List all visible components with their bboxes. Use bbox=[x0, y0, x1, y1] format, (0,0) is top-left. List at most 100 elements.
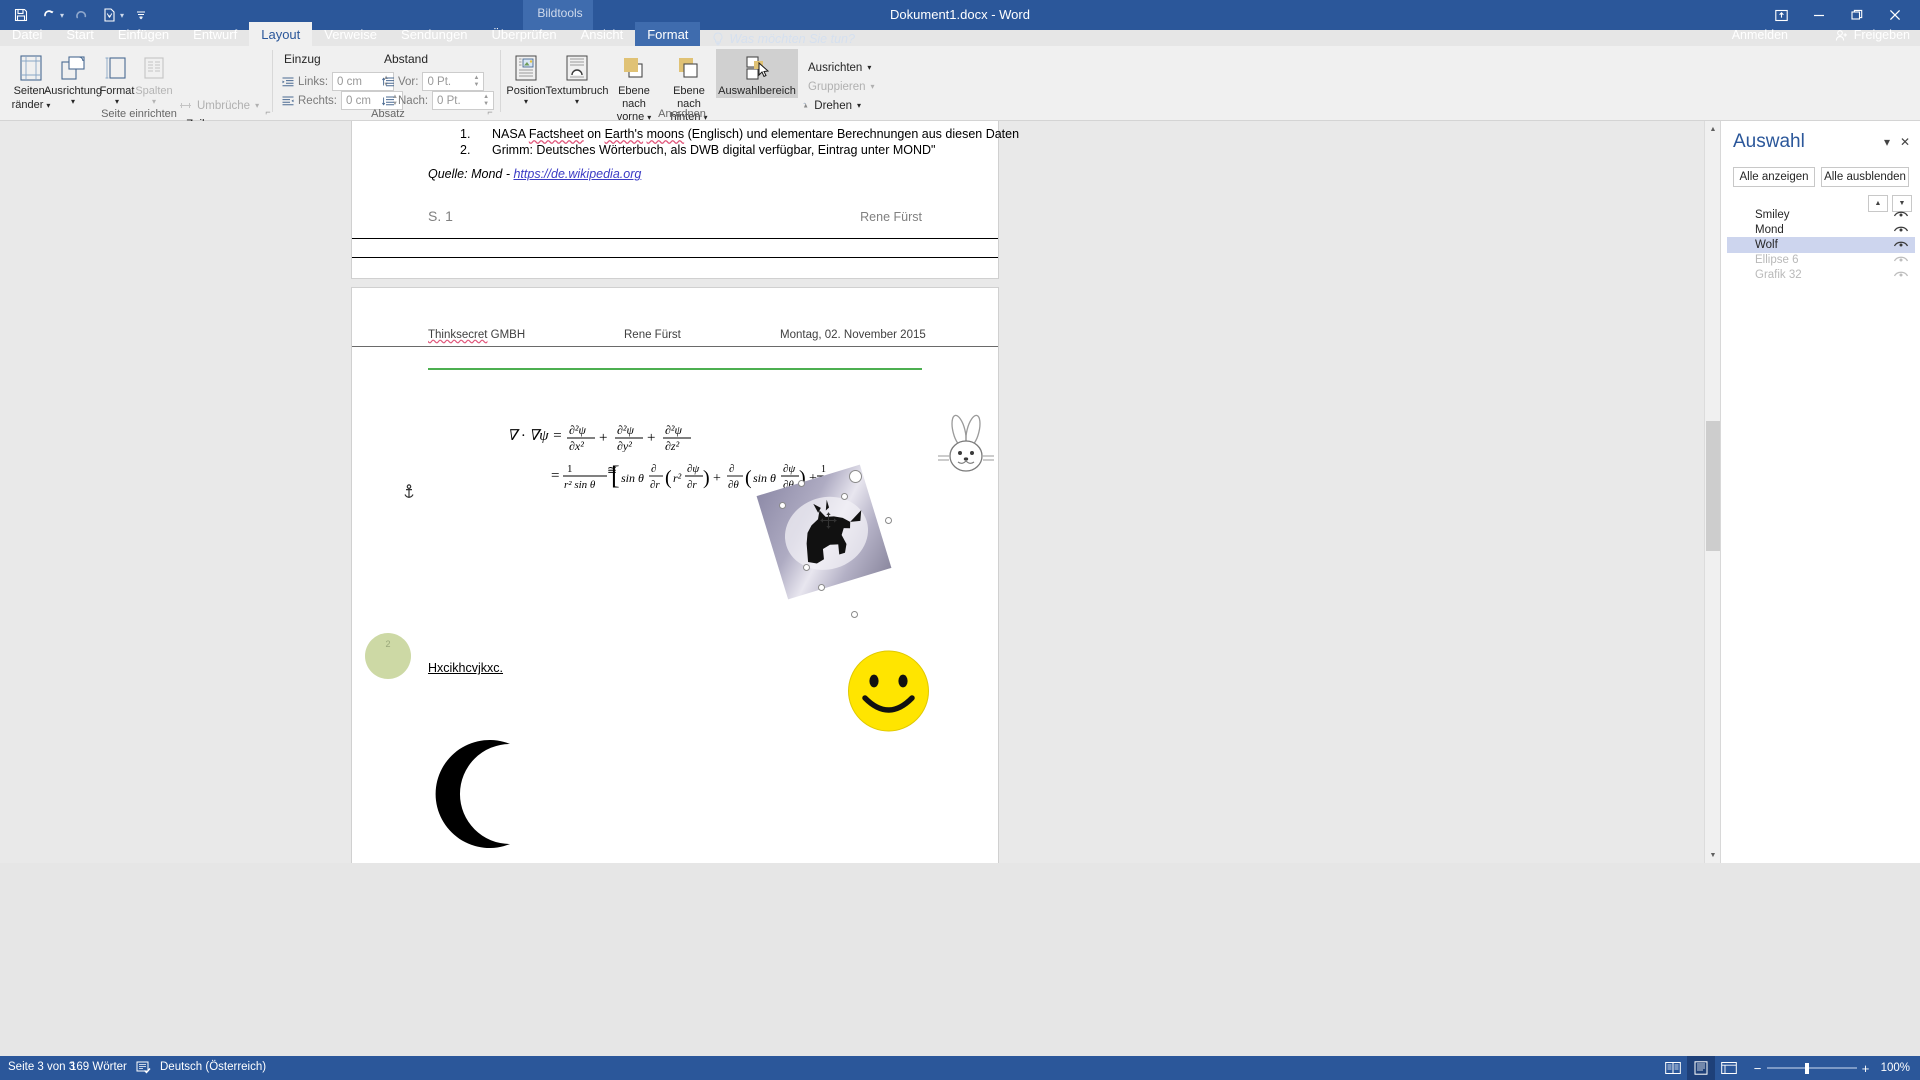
tell-me-placeholder: Was möchten Sie tun? bbox=[729, 32, 855, 46]
tab-ansicht[interactable]: Ansicht bbox=[569, 22, 636, 46]
tell-me-box[interactable]: Was möchten Sie tun? bbox=[712, 32, 855, 46]
svg-text:∂z²: ∂z² bbox=[665, 439, 680, 452]
chevron-down-icon: ▾ bbox=[523, 96, 528, 106]
formula-line-1: ∇ · ∇ψ = ∂²ψ ∂x² + ∂²ψ ∂y² + ∂²ψ ∂z² bbox=[507, 418, 847, 453]
svg-text:∂x²: ∂x² bbox=[569, 439, 584, 452]
document-scrollbar[interactable]: ▲ ▼ bbox=[1704, 121, 1721, 863]
paragraph-dialog-launcher[interactable]: ⌐ bbox=[484, 107, 496, 119]
scroll-up-button[interactable]: ▲ bbox=[1705, 121, 1721, 137]
shape-list-item[interactable]: Grafik 32 bbox=[1727, 267, 1915, 283]
shape-list-item[interactable]: Mond bbox=[1727, 222, 1915, 238]
svg-text:sin θ: sin θ bbox=[753, 471, 776, 485]
ribbon-button-columns[interactable]: Spalten ▾ bbox=[134, 49, 174, 105]
ribbon-tabs: Datei Start Einfügen Entwurf Layout Verweise S… bbox=[0, 22, 1920, 46]
chevron-down-icon[interactable]: ▾ bbox=[1884, 135, 1890, 149]
formula-block[interactable]: ∇ · ∇ψ = ∂²ψ ∂x² + ∂²ψ ∂y² + ∂²ψ ∂z² = 1… bbox=[507, 418, 847, 494]
hide-all-button[interactable]: Alle ausblenden bbox=[1821, 167, 1909, 187]
rotation-handle[interactable] bbox=[849, 470, 862, 483]
tab-datei[interactable]: Datei bbox=[0, 22, 54, 46]
eye-icon[interactable] bbox=[1893, 208, 1909, 222]
ribbon-button-orientation[interactable]: Ausrichtung ▾ bbox=[44, 49, 102, 105]
spacing-before-value: 0 Pt. bbox=[427, 75, 452, 88]
ribbon-button-wrap-text[interactable]: Textumbruch ▾ bbox=[546, 49, 609, 105]
ribbon-button-size[interactable]: Format ▾ bbox=[96, 49, 138, 105]
scrollbar-thumb[interactable] bbox=[1706, 421, 1720, 551]
ribbon-button-bring-forward-label-1: Ebene nach bbox=[618, 85, 650, 110]
spacing-before-spinner[interactable]: ▲ ▼ bbox=[470, 73, 482, 90]
columns-icon bbox=[140, 52, 168, 84]
zoom-in-button[interactable]: + bbox=[1857, 1061, 1875, 1076]
tab-verweise[interactable]: Verweise bbox=[312, 22, 389, 46]
tab-entwurf[interactable]: Entwurf bbox=[181, 22, 249, 46]
anchor-icon bbox=[402, 484, 416, 505]
handle-top-left[interactable] bbox=[798, 480, 805, 487]
moon-shape[interactable] bbox=[434, 738, 529, 855]
ribbon-button-group-label: Gruppieren bbox=[808, 80, 866, 93]
bring-forward-icon bbox=[619, 52, 649, 84]
tab-layout[interactable]: Layout bbox=[249, 22, 313, 46]
tab-format[interactable]: Format bbox=[635, 22, 701, 46]
page-indicator[interactable]: Seite 3 von 3 bbox=[8, 1061, 75, 1073]
zoom-knob[interactable] bbox=[1804, 1063, 1809, 1074]
footer-rule-top bbox=[352, 238, 998, 239]
body-text[interactable]: Hxcikhcvjkxc. bbox=[428, 661, 503, 675]
sign-in-link[interactable]: Anmelden bbox=[1732, 28, 1788, 42]
zoom-level[interactable]: 100% bbox=[1881, 1056, 1910, 1080]
eye-icon[interactable] bbox=[1893, 223, 1909, 237]
tab-sendungen[interactable]: Sendungen bbox=[389, 22, 480, 46]
word-count[interactable]: 169 Wörter bbox=[70, 1061, 127, 1073]
send-backward-icon bbox=[674, 52, 704, 84]
indent-right-icon bbox=[282, 96, 294, 105]
indent-left-icon bbox=[282, 77, 294, 86]
spacing-after-value: 0 Pt. bbox=[437, 94, 461, 107]
read-mode-icon[interactable] bbox=[1659, 1056, 1687, 1080]
bunny-graphic[interactable] bbox=[937, 413, 997, 483]
ribbon-group-paragraph: Einzug Abstand Links: 0 cm ▲ ▼ Rechts: 0 … bbox=[276, 46, 500, 121]
handle-top-right[interactable] bbox=[841, 493, 848, 500]
ribbon-button-group[interactable]: Gruppieren ▾ bbox=[800, 77, 876, 96]
show-all-button[interactable]: Alle anzeigen bbox=[1733, 167, 1815, 187]
indent-left-value: 0 cm bbox=[337, 75, 362, 88]
eye-icon[interactable] bbox=[1893, 268, 1909, 282]
language-indicator[interactable]: Deutsch (Österreich) bbox=[160, 1061, 266, 1073]
ribbon-group-arrange: Position ▾ Textumbruch ▾ Ebene nach vorn… bbox=[502, 46, 875, 123]
proofing-icon[interactable] bbox=[136, 1060, 151, 1078]
svg-text:∂r: ∂r bbox=[650, 479, 660, 491]
shape-list-item[interactable]: Smiley bbox=[1727, 207, 1915, 223]
ribbon-button-selection-pane[interactable]: Auswahlbereich bbox=[716, 49, 798, 98]
ribbon-button-align-label: Ausrichten bbox=[808, 61, 863, 74]
tab--berpr-fen[interactable]: Überprüfen bbox=[480, 22, 569, 46]
svg-text:∂: ∂ bbox=[651, 463, 656, 475]
scroll-down-button[interactable]: ▼ bbox=[1705, 847, 1721, 863]
shape-name: Grafik 32 bbox=[1755, 269, 1802, 281]
shape-list-item[interactable]: Wolf bbox=[1727, 237, 1915, 253]
eye-icon[interactable] bbox=[1893, 253, 1909, 267]
zoom-track[interactable] bbox=[1766, 1063, 1857, 1074]
chevron-down-icon: ▾ bbox=[114, 96, 119, 106]
handle-bottom-left[interactable] bbox=[803, 564, 810, 571]
handle-left[interactable] bbox=[779, 502, 786, 509]
handle-bottom[interactable] bbox=[818, 584, 825, 591]
tab-einf-gen[interactable]: Einfügen bbox=[106, 22, 181, 46]
web-layout-icon[interactable] bbox=[1715, 1056, 1743, 1080]
tab-start[interactable]: Start bbox=[54, 22, 105, 46]
zoom-slider[interactable]: − + bbox=[1749, 1061, 1875, 1076]
handle-right[interactable] bbox=[885, 517, 892, 524]
selection-pane-title: Auswahl bbox=[1733, 131, 1805, 152]
wikipedia-link[interactable]: https://de.wikipedia.org bbox=[513, 167, 641, 181]
close-icon[interactable]: ✕ bbox=[1900, 135, 1910, 149]
ribbon-button-position[interactable]: Position ▾ bbox=[504, 49, 548, 105]
zoom-out-button[interactable]: − bbox=[1749, 1061, 1767, 1076]
smiley-shape[interactable] bbox=[846, 650, 931, 737]
spacing-before-input[interactable]: 0 Pt. ▲ ▼ bbox=[422, 72, 485, 91]
green-line-shape[interactable] bbox=[428, 368, 922, 370]
ribbon-button-align[interactable]: Ausrichten ▾ bbox=[800, 58, 872, 77]
handle-bottom-right[interactable] bbox=[851, 611, 858, 618]
ellipse-shape[interactable]: 2 bbox=[365, 633, 411, 679]
document-page-1: 1. NASA Factsheet on Earth's moons (Engl… bbox=[352, 121, 1019, 278]
print-layout-icon[interactable] bbox=[1686, 1056, 1715, 1080]
document-canvas[interactable]: 1. NASA Factsheet on Earth's moons (Engl… bbox=[0, 121, 1920, 863]
shape-list-item[interactable]: Ellipse 6 bbox=[1727, 252, 1915, 268]
share-button[interactable]: Freigeben bbox=[1835, 28, 1910, 42]
eye-icon[interactable] bbox=[1893, 238, 1909, 252]
